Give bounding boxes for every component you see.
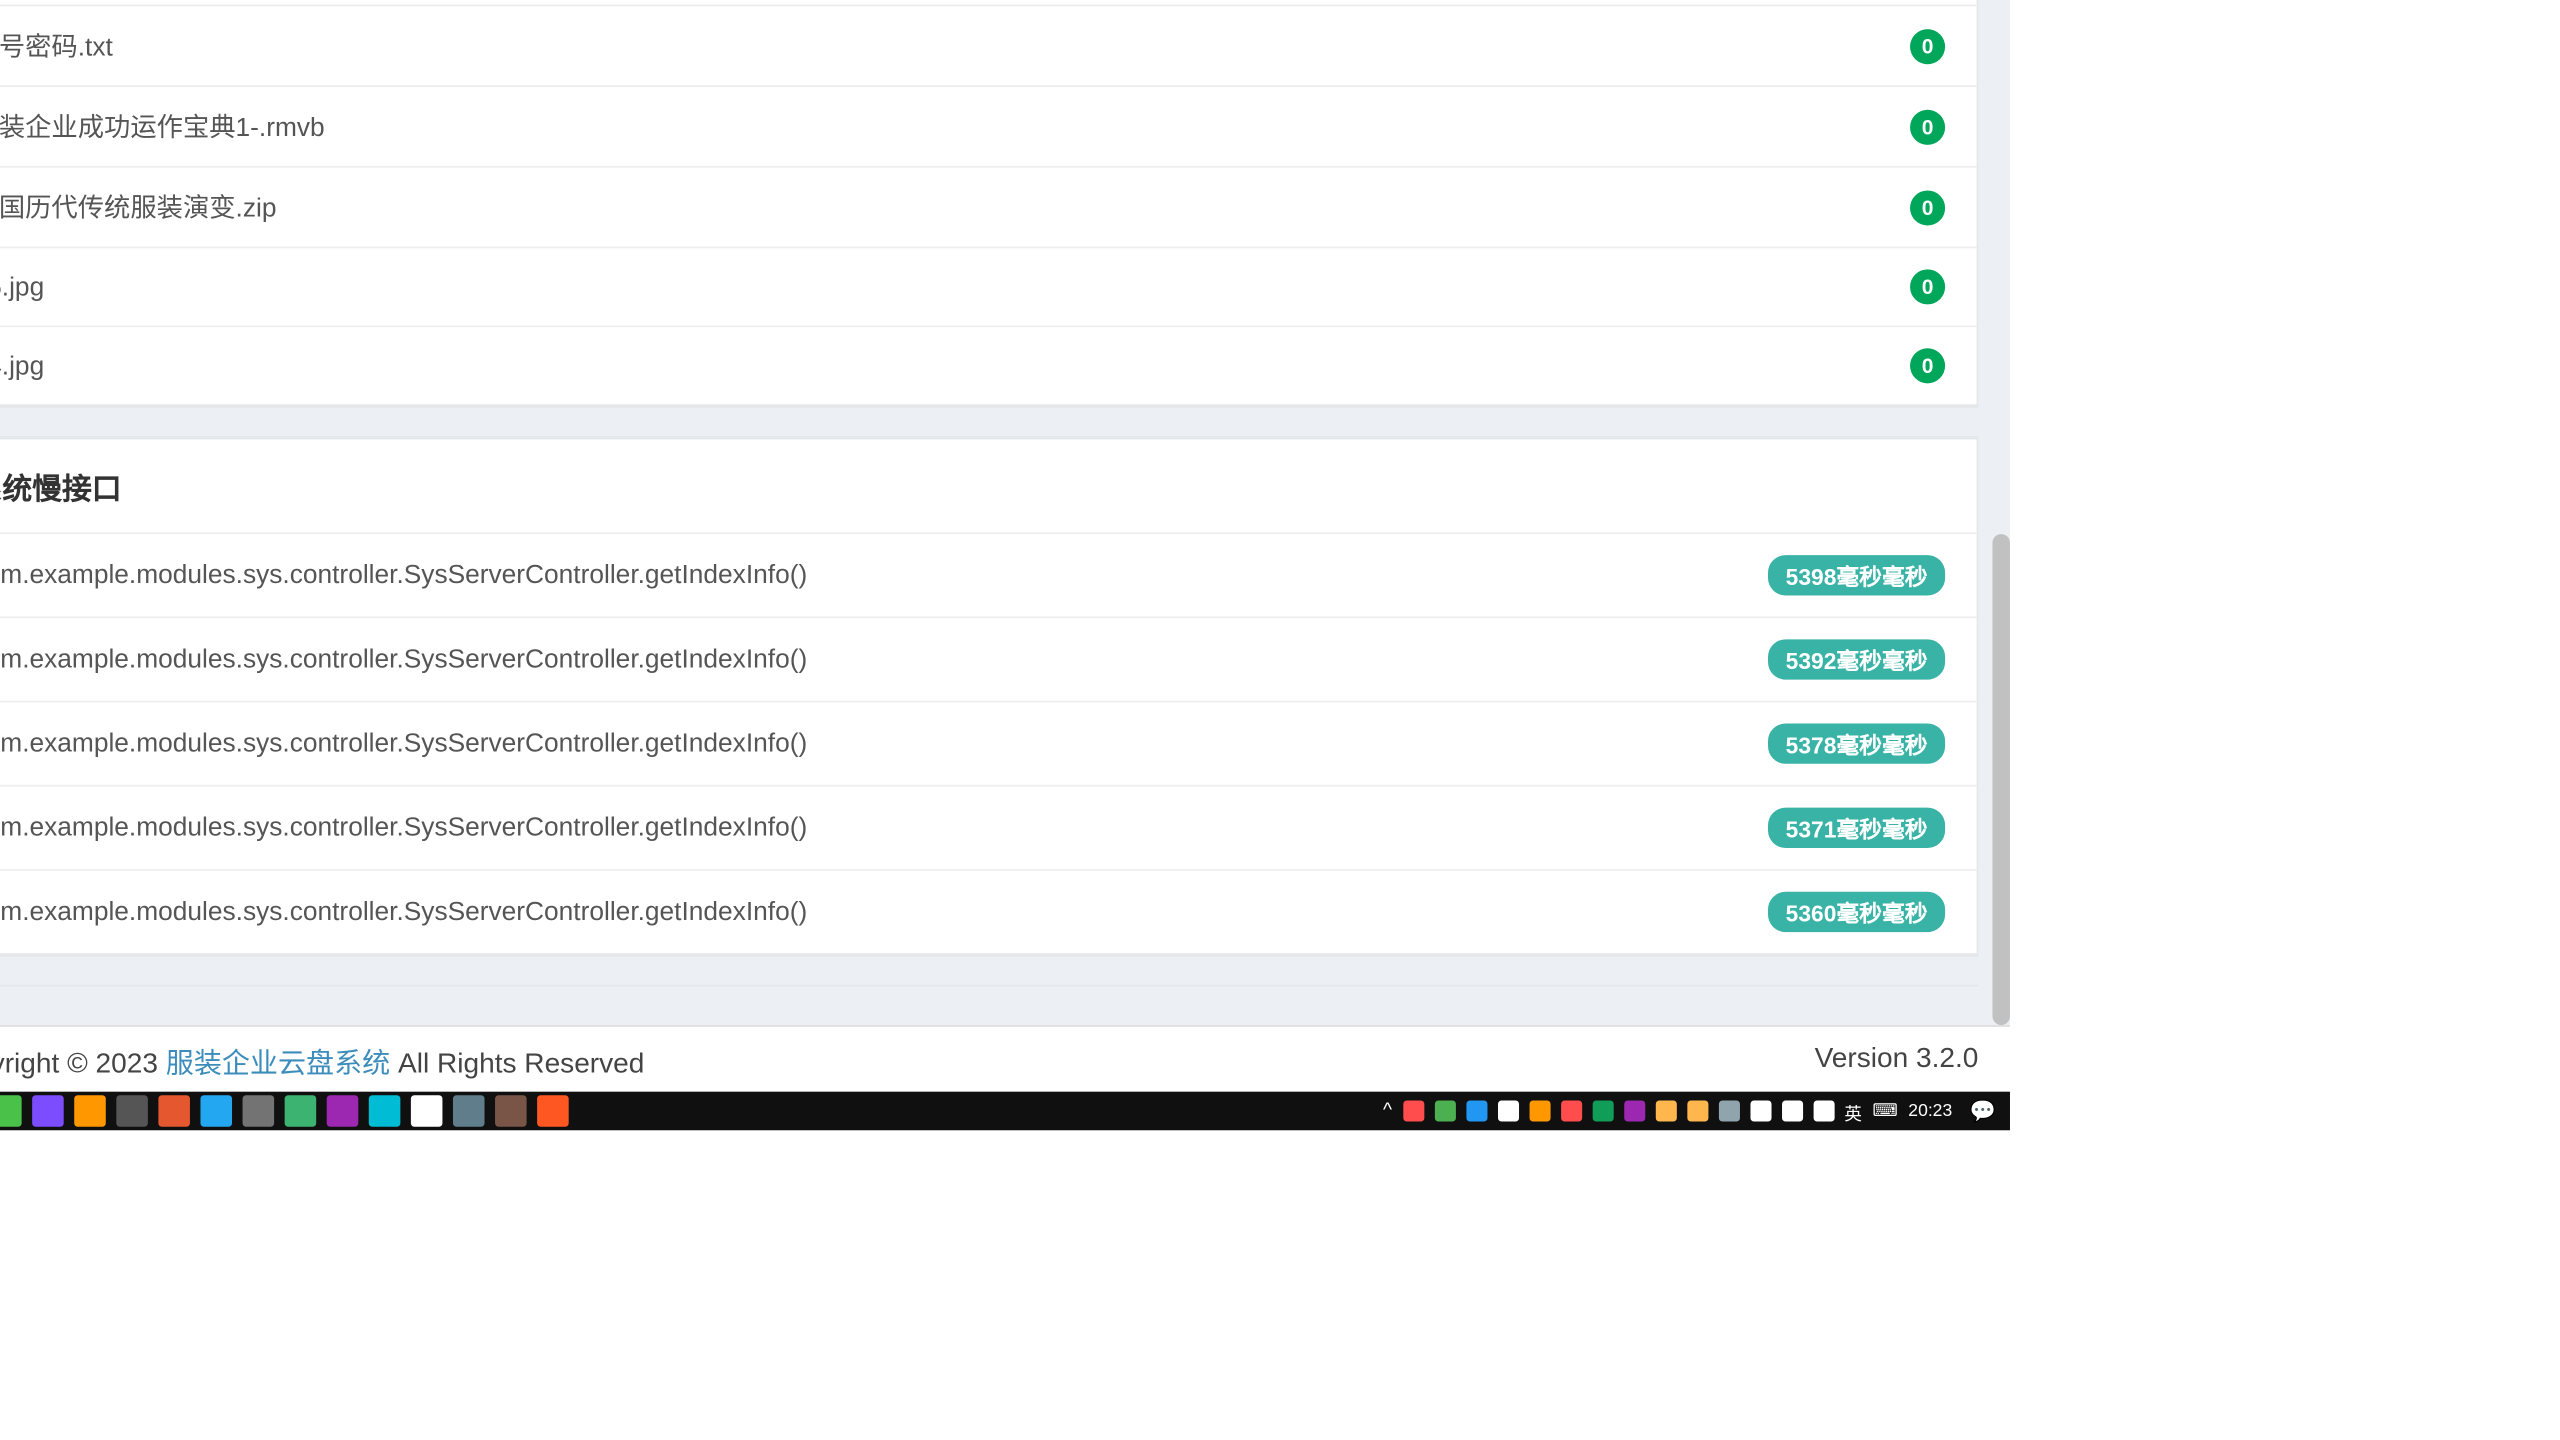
taskbar-app-icon[interactable] xyxy=(327,1095,359,1127)
tray-icon[interactable] xyxy=(1592,1100,1613,1121)
taskbar-app-icon[interactable] xyxy=(495,1095,527,1127)
download-row[interactable]: 服装企业成功运作宝典1-.rmvb 0 xyxy=(0,87,1977,168)
download-count-badge: 0 xyxy=(1910,348,1945,383)
taskbar-app-icon[interactable] xyxy=(285,1095,317,1127)
content-area: 首页 > 控制台 文件下载列表 账号密码.txt 0服装企业成功运作宝典1-.r… xyxy=(0,0,2010,1092)
tray-icon[interactable] xyxy=(1497,1100,1518,1121)
taskbar-app-icon[interactable] xyxy=(411,1095,443,1127)
ime-lang-indicator[interactable]: 英 xyxy=(1844,1098,1862,1124)
slow-api-row[interactable]: com.example.modules.sys.controller.SysSe… xyxy=(0,871,1977,953)
footer-system-link[interactable]: 服装企业云盘系统 xyxy=(166,1049,390,1079)
tray-icon[interactable] xyxy=(1813,1100,1834,1121)
footer-version: Version 3.2.0 xyxy=(1815,1043,1979,1075)
panel-gap xyxy=(0,955,1978,987)
file-name: 账号密码.txt xyxy=(0,27,113,64)
tray-icon[interactable] xyxy=(1434,1100,1455,1121)
tray-icon[interactable] xyxy=(1466,1100,1487,1121)
tray-chevron-icon[interactable]: ^ xyxy=(1383,1100,1392,1121)
tray-icon[interactable] xyxy=(1529,1100,1550,1121)
footer: Copyright © 2023 服装企业云盘系统 All Rights Res… xyxy=(0,1025,2010,1092)
duration-badge: 5371毫秒毫秒 xyxy=(1768,808,1945,848)
download-row[interactable]: 账号密码.txt 0 xyxy=(0,6,1977,87)
taskbar-app-icon[interactable] xyxy=(74,1095,106,1127)
tray-icon[interactable] xyxy=(1655,1100,1676,1121)
slow-api-row[interactable]: com.example.modules.sys.controller.SysSe… xyxy=(0,618,1977,702)
duration-badge: 5398毫秒毫秒 xyxy=(1768,555,1945,595)
file-name: 25.jpg xyxy=(0,272,44,302)
tray-icon[interactable] xyxy=(1718,1100,1739,1121)
tray-icon[interactable] xyxy=(1781,1100,1802,1121)
downloads-panel: 文件下载列表 账号密码.txt 0服装企业成功运作宝典1-.rmvb 0中国历代… xyxy=(0,0,1978,406)
download-row[interactable]: 25.jpg 0 xyxy=(0,248,1977,327)
windows-taskbar: 🔍 搜索 ^ 英⌨20:23💬 xyxy=(0,1092,2010,1131)
download-row[interactable]: 14.jpg 0 xyxy=(0,327,1977,404)
duration-badge: 5392毫秒毫秒 xyxy=(1768,639,1945,679)
taskbar-app-icon[interactable] xyxy=(32,1095,64,1127)
panel-gap xyxy=(0,406,1978,438)
api-name: com.example.modules.sys.controller.SysSe… xyxy=(0,729,807,759)
taskbar-app-icon[interactable] xyxy=(0,1095,22,1127)
tray-icon[interactable] xyxy=(1560,1100,1581,1121)
file-name: 中国历代传统服装演变.zip xyxy=(0,189,276,226)
scrollbar-thumb[interactable] xyxy=(1992,534,2010,1025)
footer-copyright: Copyright © 2023 服装企业云盘系统 All Rights Res… xyxy=(0,1038,644,1080)
api-name: com.example.modules.sys.controller.SysSe… xyxy=(0,813,807,843)
taskbar-app-icon[interactable] xyxy=(537,1095,569,1127)
taskbar-app-icon[interactable] xyxy=(453,1095,485,1127)
taskbar-clock[interactable]: 20:23 xyxy=(1908,1101,1952,1120)
taskbar-app-icon[interactable] xyxy=(369,1095,401,1127)
tray-icon[interactable] xyxy=(1687,1100,1708,1121)
slow-api-panel-title: 系统慢接口 xyxy=(0,439,1977,534)
taskbar-app-icon[interactable] xyxy=(116,1095,148,1127)
tray-icon[interactable] xyxy=(1750,1100,1771,1121)
api-name: com.example.modules.sys.controller.SysSe… xyxy=(0,645,807,675)
tray-icon[interactable] xyxy=(1403,1100,1424,1121)
taskbar-app-icon[interactable] xyxy=(200,1095,232,1127)
download-count-badge: 0 xyxy=(1910,190,1945,225)
slow-api-row[interactable]: com.example.modules.sys.controller.SysSe… xyxy=(0,534,1977,618)
duration-badge: 5360毫秒毫秒 xyxy=(1768,892,1945,932)
notification-center-icon[interactable]: 💬 xyxy=(1970,1099,1996,1124)
api-name: com.example.modules.sys.controller.SysSe… xyxy=(0,560,807,590)
download-row[interactable]: 中国历代传统服装演变.zip 0 xyxy=(0,168,1977,249)
duration-badge: 5378毫秒毫秒 xyxy=(1768,723,1945,763)
taskbar-app-icon[interactable] xyxy=(243,1095,275,1127)
file-name: 14.jpg xyxy=(0,351,44,381)
download-count-badge: 0 xyxy=(1910,109,1945,144)
slow-api-row[interactable]: com.example.modules.sys.controller.SysSe… xyxy=(0,702,1977,786)
taskbar-app-icon[interactable] xyxy=(158,1095,190,1127)
download-count-badge: 0 xyxy=(1910,28,1945,63)
api-name: com.example.modules.sys.controller.SysSe… xyxy=(0,897,807,927)
slow-api-row[interactable]: com.example.modules.sys.controller.SysSe… xyxy=(0,787,1977,871)
tray-icon[interactable] xyxy=(1623,1100,1644,1121)
file-name: 服装企业成功运作宝典1-.rmvb xyxy=(0,108,325,145)
slow-api-panel: 系统慢接口 com.example.modules.sys.controller… xyxy=(0,438,1978,955)
ime-icon[interactable]: ⌨ xyxy=(1872,1101,1897,1120)
download-count-badge: 0 xyxy=(1910,269,1945,304)
